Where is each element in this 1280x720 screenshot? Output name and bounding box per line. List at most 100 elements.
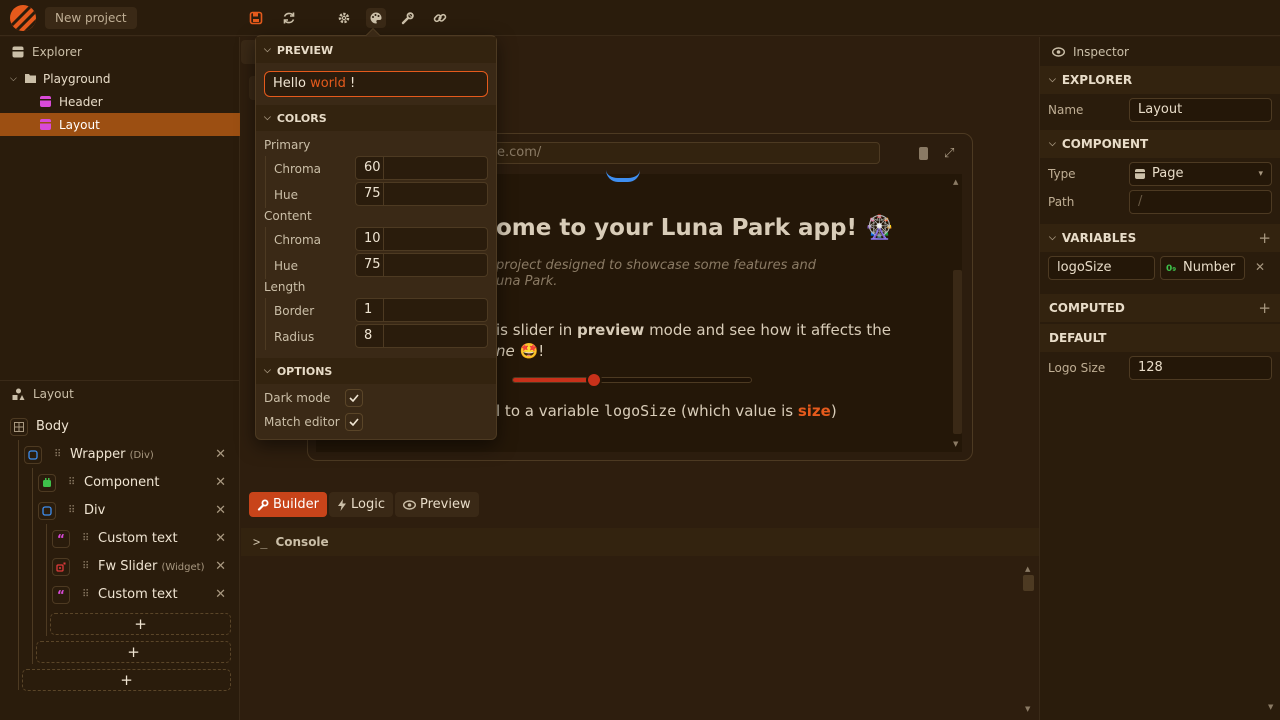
border-label: Border — [274, 304, 315, 318]
section-component[interactable]: ⌵ COMPONENT — [1040, 130, 1280, 158]
slider-thumb[interactable] — [585, 372, 602, 388]
chevron-down-icon: ⌵ — [264, 366, 271, 376]
layout-node-custom-text[interactable]: “ ⠿ Custom text ✕ — [0, 581, 240, 609]
match-editor-checkbox[interactable] — [345, 413, 363, 431]
name-input[interactable]: Layout — [1129, 98, 1272, 122]
remove-variable-icon[interactable]: ✕ — [1255, 260, 1265, 274]
remove-icon[interactable]: ✕ — [215, 587, 226, 602]
path-input[interactable]: / — [1129, 190, 1272, 214]
variable-type-select[interactable]: 0₉ Number — [1160, 256, 1245, 280]
type-select[interactable]: Page ▾ — [1129, 162, 1272, 186]
drag-handle-icon[interactable]: ⠿ — [82, 561, 89, 572]
node-label: Fw Slider — [98, 559, 158, 574]
add-child-button[interactable]: + — [36, 641, 231, 663]
wrench-icon[interactable] — [398, 8, 418, 28]
section-options[interactable]: ⌵ OPTIONS — [256, 358, 496, 384]
radius-label: Radius — [274, 330, 315, 344]
bound-text: l to a variable logoSize (which value is… — [496, 402, 837, 420]
layout-node-component[interactable]: ⠿ Component ✕ — [0, 469, 240, 497]
wrench-icon — [257, 499, 269, 511]
remove-icon[interactable]: ✕ — [215, 475, 226, 490]
project-name[interactable]: New project — [45, 7, 137, 29]
remove-icon[interactable]: ✕ — [215, 531, 226, 546]
drag-handle-icon[interactable]: ⠿ — [82, 533, 89, 544]
dark-mode-checkbox[interactable] — [345, 389, 363, 407]
slider-track[interactable] — [512, 372, 752, 388]
section-explorer[interactable]: ⌵ EXPLORER — [1040, 66, 1280, 94]
widget-icon — [52, 558, 70, 576]
layout-node-custom-text[interactable]: “ ⠿ Custom text ✕ — [0, 525, 240, 553]
node-label: Wrapper — [70, 447, 126, 462]
length-label: Length — [264, 280, 306, 294]
url-bar[interactable]: e.com/ — [488, 142, 880, 164]
primary-chroma-input[interactable]: 60 — [355, 156, 488, 180]
tree-item-playground[interactable]: ⌵ Playground — [0, 67, 240, 90]
component-icon — [38, 474, 56, 492]
expand-icon[interactable]: ⤢ — [944, 146, 954, 161]
preview-scrollbar[interactable]: ▲ ▼ — [952, 174, 962, 452]
panel-icon — [12, 46, 24, 58]
section-computed[interactable]: COMPUTED + — [1040, 294, 1280, 322]
section-default[interactable]: DEFAULT — [1040, 324, 1280, 352]
dark-mode-label: Dark mode — [264, 391, 331, 405]
gear-icon[interactable] — [334, 8, 354, 28]
left-panel: Explorer ⌵ Playground Header Layout Layo… — [0, 37, 240, 720]
radius-input[interactable]: 8 — [355, 324, 488, 348]
link-icon[interactable] — [430, 8, 450, 28]
content-hue-input[interactable]: 75 — [355, 253, 488, 277]
layout-node-wrapper[interactable]: ⠿ Wrapper (Div) ✕ — [0, 441, 240, 469]
section-colors[interactable]: ⌵ COLORS — [256, 105, 496, 131]
inspector-panel: Inspector ⌵ EXPLORER Name Layout ⌵ COMPONE… — [1039, 37, 1280, 720]
node-label: Custom text — [98, 587, 178, 602]
explorer-title: Explorer — [32, 45, 82, 59]
section-preview[interactable]: ⌵ PREVIEW — [256, 37, 496, 63]
drag-handle-icon[interactable]: ⠿ — [68, 505, 75, 516]
section-variables[interactable]: ⌵ VARIABLES + — [1040, 224, 1280, 252]
tab-builder[interactable]: Builder — [249, 492, 327, 517]
layout-node-div[interactable]: ⠿ Div ✕ — [0, 497, 240, 525]
primary-hue-input[interactable]: 75 — [355, 182, 488, 206]
tab-logic[interactable]: Logic — [328, 492, 393, 517]
chevron-down-icon: ⌵ — [264, 45, 271, 55]
theme-popup: ⌵ PREVIEW Hello world ! ⌵ COLORS Primary C… — [255, 27, 497, 440]
console-scrollbar[interactable]: ▲ ▼ — [1023, 565, 1035, 715]
bolt-icon — [337, 498, 346, 511]
layout-node-slider[interactable]: ⠿ Fw Slider (Widget) ✕ — [0, 553, 240, 581]
add-child-button[interactable]: + — [50, 613, 231, 635]
node-label: Custom text — [98, 531, 178, 546]
drag-handle-icon[interactable]: ⠿ — [54, 449, 61, 460]
layout-title: Layout — [33, 387, 74, 401]
hidden-tab — [241, 40, 255, 64]
variable-name-input[interactable]: logoSize — [1048, 256, 1155, 280]
node-label: Component — [84, 475, 160, 490]
add-child-button[interactable]: + — [22, 669, 231, 691]
chevron-down-icon: ⌵ — [1049, 75, 1056, 85]
div-icon — [24, 446, 42, 464]
border-input[interactable]: 1 — [355, 298, 488, 322]
palette-icon[interactable] — [366, 8, 386, 28]
logo-size-input[interactable]: 128 — [1129, 356, 1272, 380]
eye-icon — [402, 499, 416, 510]
remove-icon[interactable]: ✕ — [215, 447, 226, 462]
tree-item-layout[interactable]: Layout — [0, 113, 240, 136]
console-header[interactable]: >_ Console — [241, 528, 1039, 556]
logo-icon[interactable] — [10, 5, 36, 31]
content-chroma-input[interactable]: 10 — [355, 227, 488, 251]
refresh-icon[interactable] — [279, 8, 299, 28]
add-computed-icon[interactable]: + — [1258, 299, 1271, 317]
add-variable-icon[interactable]: + — [1258, 229, 1271, 247]
tree-item-header[interactable]: Header — [0, 90, 240, 113]
chevron-down-icon: ▾ — [1258, 169, 1263, 179]
tab-preview[interactable]: Preview — [394, 492, 479, 517]
welcome-heading: ome to your Luna Park app! 🎡 — [496, 215, 894, 241]
layout-node-body[interactable]: Body — [0, 413, 240, 441]
drag-handle-icon[interactable]: ⠿ — [82, 589, 89, 600]
scroll-down-icon[interactable]: ▼ — [1268, 703, 1273, 711]
drag-handle-icon[interactable]: ⠿ — [68, 477, 75, 488]
chroma-label: Chroma — [274, 233, 322, 247]
remove-icon[interactable]: ✕ — [215, 559, 226, 574]
chevron-down-icon[interactable]: ⌵ — [10, 74, 17, 84]
save-icon[interactable] — [246, 8, 266, 28]
device-icon[interactable] — [919, 147, 928, 160]
remove-icon[interactable]: ✕ — [215, 503, 226, 518]
